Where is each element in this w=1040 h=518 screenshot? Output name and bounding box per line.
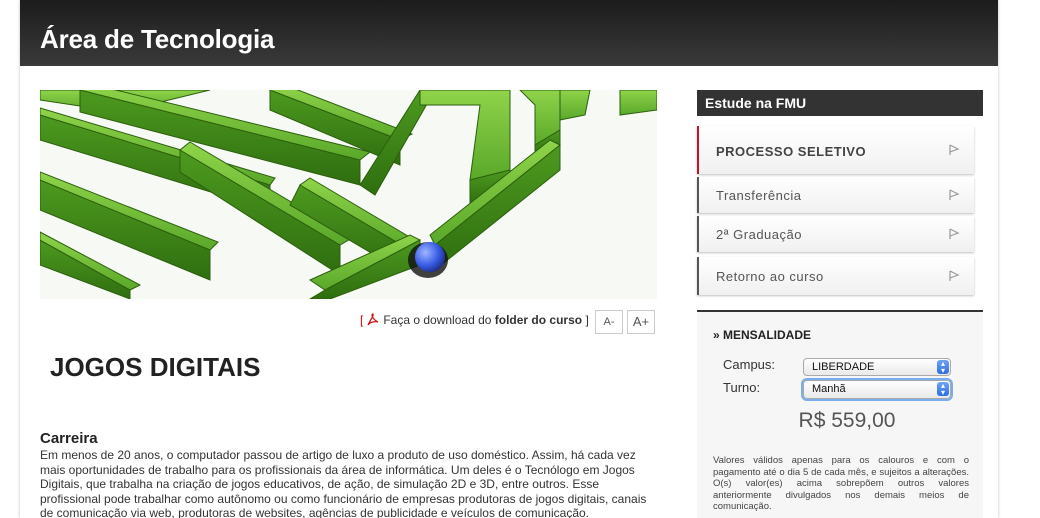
folder-download-link[interactable]: [ Faça o download do folder do curso ] [360,313,589,327]
flag-icon [948,270,960,282]
course-title: JOGOS DIGITAIS [50,352,261,382]
increase-font-button[interactable]: A+ [627,310,655,334]
tuition-heading: » MENSALIDADE [713,328,812,342]
decrease-font-button[interactable]: A- [595,310,623,334]
sidebar-item-label: PROCESSO SELETIVO [716,144,867,159]
download-open-bracket: [ [360,313,364,327]
hero-image [40,90,657,299]
sidebar-item-processo-seletivo[interactable]: PROCESSO SELETIVO [697,126,974,174]
pdf-icon [366,313,380,327]
download-prefix-text: Faça o download do [383,313,492,327]
page-header: Área de Tecnologia [20,0,998,66]
sidebar-item-label: Retorno ao curso [716,269,824,284]
tuition-price: R$ 559,00 [798,409,896,432]
career-description: Em menos de 20 anos, o computador passou… [40,448,647,518]
campus-select[interactable]: LIBERDADE ▴ ▾ [803,358,951,376]
sidebar-heading: Estude na FMU [697,90,983,116]
sidebar-item-retorno-ao-curso[interactable]: Retorno ao curso [697,257,974,295]
turno-select[interactable]: Manhã ▴ ▾ [803,380,951,399]
campus-label: Campus: [723,357,776,372]
sidebar-item-label: Transferência [716,188,802,203]
turno-select-value: Manhã [812,383,846,395]
sidebar-item-segunda-graduacao[interactable]: 2ª Graduação [697,216,974,252]
select-arrows-icon: ▴ ▾ [937,360,949,375]
page-title: Área de Tecnologia [40,24,275,54]
page-container: Área de Tecnologia [Faça o download do … [20,0,998,518]
turno-label: Turno: [723,380,761,395]
tuition-disclaimer: Valores válidos apenas para os calouros … [713,455,969,512]
campus-select-value: LIBERDADE [812,361,875,373]
maze-illustration [40,90,657,299]
sidebar-item-label: 2ª Graduação [716,227,802,242]
download-folder-text[interactable]: folder do curso [495,313,582,327]
flag-icon [948,189,960,201]
sidebar-item-transferencia[interactable]: Transferência [697,177,974,213]
tuition-box: » MENSALIDADE Campus: LIBERDADE ▴ ▾ Turno… [697,310,983,518]
select-arrows-icon: ▴ ▾ [937,382,949,397]
flag-icon [948,144,960,156]
download-close-bracket: ] [585,313,589,327]
career-heading: Carreira [40,430,98,447]
flag-icon [948,228,960,240]
